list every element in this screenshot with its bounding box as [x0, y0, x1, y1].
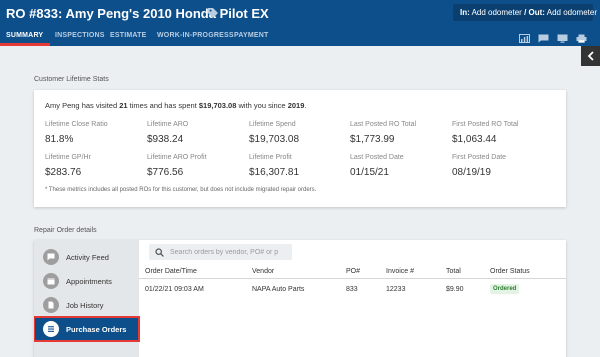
stat-profit: Lifetime Profit $16,307.81	[249, 154, 349, 178]
tab-inspections[interactable]: INSPECTIONS	[55, 32, 105, 39]
nav-label: Appointments	[66, 277, 112, 286]
calendar-icon	[43, 273, 59, 289]
column-header-invoice[interactable]: Invoice #	[386, 268, 414, 275]
activity-feed-icon	[43, 249, 59, 265]
lifetime-summary: Amy Peng has visited 21 times and has sp…	[45, 101, 306, 110]
stat-value: $938.24	[147, 134, 184, 145]
stat-label: Lifetime Spend	[249, 121, 296, 128]
stat-label: Lifetime Close Ratio	[45, 121, 108, 128]
nav-label: Activity Feed	[66, 253, 109, 262]
search-icon	[155, 248, 164, 257]
nav-label: Purchase Orders	[66, 325, 127, 334]
stat-gp-hr: Lifetime GP/Hr $283.76	[45, 154, 145, 178]
stat-label: Last Posted Date	[350, 154, 404, 161]
column-header-vendor[interactable]: Vendor	[252, 268, 274, 275]
video-icon[interactable]	[557, 34, 568, 43]
customer-since-year: 2019	[287, 101, 305, 110]
stat-value: 01/15/21	[350, 167, 389, 178]
lifetime-section-title: Customer Lifetime Stats	[34, 76, 109, 83]
metrics-footnote: * These metrics includes all posted ROs …	[45, 187, 317, 193]
stat-aro: Lifetime ARO $938.24	[147, 121, 247, 145]
column-header-po[interactable]: PO#	[346, 268, 360, 275]
chevron-left-icon	[587, 51, 594, 61]
stat-value: $1,773.99	[350, 134, 395, 145]
odometer-out-value[interactable]: Add odometer	[547, 8, 597, 17]
stat-label: Lifetime Profit	[249, 154, 292, 161]
stat-label: First Posted Date	[452, 154, 507, 161]
stat-label: Lifetime ARO	[147, 121, 189, 128]
stat-value: $19,703.08	[249, 134, 300, 145]
nav-item-job-history[interactable]: Job History	[34, 293, 139, 317]
collapse-panel-button[interactable]	[581, 46, 600, 66]
document-icon	[43, 297, 59, 313]
cell-vendor: NAPA Auto Parts	[252, 286, 305, 293]
customer-name: Amy Peng	[45, 101, 80, 110]
cell-po: 833	[346, 286, 358, 293]
tab-estimate[interactable]: ESTIMATE	[110, 32, 146, 39]
list-icon	[43, 321, 59, 337]
nav-item-purchase-orders[interactable]: Purchase Orders	[34, 316, 140, 342]
summary-text: times and has spent	[127, 101, 199, 110]
message-icon[interactable]	[538, 34, 549, 43]
tab-work-in-progress[interactable]: WORK-IN-PROGRESS	[157, 32, 234, 39]
visit-count: 21	[119, 101, 128, 110]
chart-icon[interactable]	[519, 34, 530, 43]
status-badge: Ordered	[490, 284, 520, 294]
lifetime-stats-card: Amy Peng has visited 21 times and has sp…	[34, 90, 566, 207]
stat-aro-profit: Lifetime ARO Profit $776.56	[147, 154, 247, 178]
tag-icon[interactable]	[207, 7, 219, 19]
stat-value: $283.76	[45, 167, 82, 178]
top-bar: RO #833: Amy Peng's 2010 Honda Pilot EX …	[0, 0, 600, 46]
total-spent: $19,703.08	[198, 101, 237, 110]
nav-item-activity-feed[interactable]: Activity Feed	[34, 245, 139, 269]
column-header-date[interactable]: Order Date/Time	[145, 268, 197, 275]
stat-label: Lifetime GP/Hr	[45, 154, 91, 161]
odometer-out-label: Out:	[528, 8, 545, 17]
stat-label: Lifetime ARO Profit	[147, 154, 207, 161]
nav-item-appointments[interactable]: Appointments	[34, 269, 139, 293]
odometer-in-value[interactable]: Add odometer	[472, 8, 522, 17]
repair-order-nav: Activity Feed Appointments Job History P…	[34, 240, 140, 357]
odometer-readout[interactable]: In: Add odometer / Out: Add odometer	[453, 4, 597, 21]
cell-date: 01/22/21 09:03 AM	[145, 286, 204, 293]
summary-text: has visited	[79, 101, 120, 110]
summary-text: with you since	[236, 101, 288, 110]
column-header-total[interactable]: Total	[446, 268, 461, 275]
stat-first-ro-total: First Posted RO Total $1,063.44	[452, 121, 552, 145]
tab-payment[interactable]: PAYMENT	[234, 32, 268, 39]
nav-label: Job History	[66, 301, 104, 310]
stat-last-ro-total: Last Posted RO Total $1,773.99	[350, 121, 450, 145]
stat-value: $16,307.81	[249, 167, 300, 178]
tab-summary[interactable]: SUMMARY	[6, 32, 43, 39]
stat-close-ratio: Lifetime Close Ratio 81.8%	[45, 121, 145, 145]
search-input[interactable]	[170, 246, 288, 258]
stat-first-posted-date: First Posted Date 08/19/19	[452, 154, 552, 178]
stat-value: 08/19/19	[452, 167, 491, 178]
cell-invoice: 12233	[386, 286, 406, 293]
stat-value: 81.8%	[45, 134, 74, 145]
order-search	[149, 244, 292, 260]
header-divider	[139, 278, 566, 279]
stat-label: Last Posted RO Total	[350, 121, 417, 128]
odometer-separator: /	[524, 8, 527, 17]
stat-spend: Lifetime Spend $19,703.08	[249, 121, 349, 145]
odometer-in-label: In:	[460, 8, 470, 17]
active-tab-indicator	[0, 43, 50, 46]
stat-value: $776.56	[147, 167, 184, 178]
print-icon[interactable]	[576, 34, 587, 43]
summary-text: .	[304, 101, 307, 110]
repair-section-title: Repair Order details	[34, 227, 97, 234]
stat-value: $1,063.44	[452, 134, 497, 145]
column-header-status[interactable]: Order Status	[490, 268, 530, 275]
repair-order-card: Activity Feed Appointments Job History P…	[34, 240, 566, 357]
cell-total: $9.90	[446, 286, 464, 293]
page-title: RO #833: Amy Peng's 2010 Honda Pilot EX	[6, 6, 269, 21]
stat-last-posted-date: Last Posted Date 01/15/21	[350, 154, 450, 178]
stat-label: First Posted RO Total	[452, 121, 519, 128]
